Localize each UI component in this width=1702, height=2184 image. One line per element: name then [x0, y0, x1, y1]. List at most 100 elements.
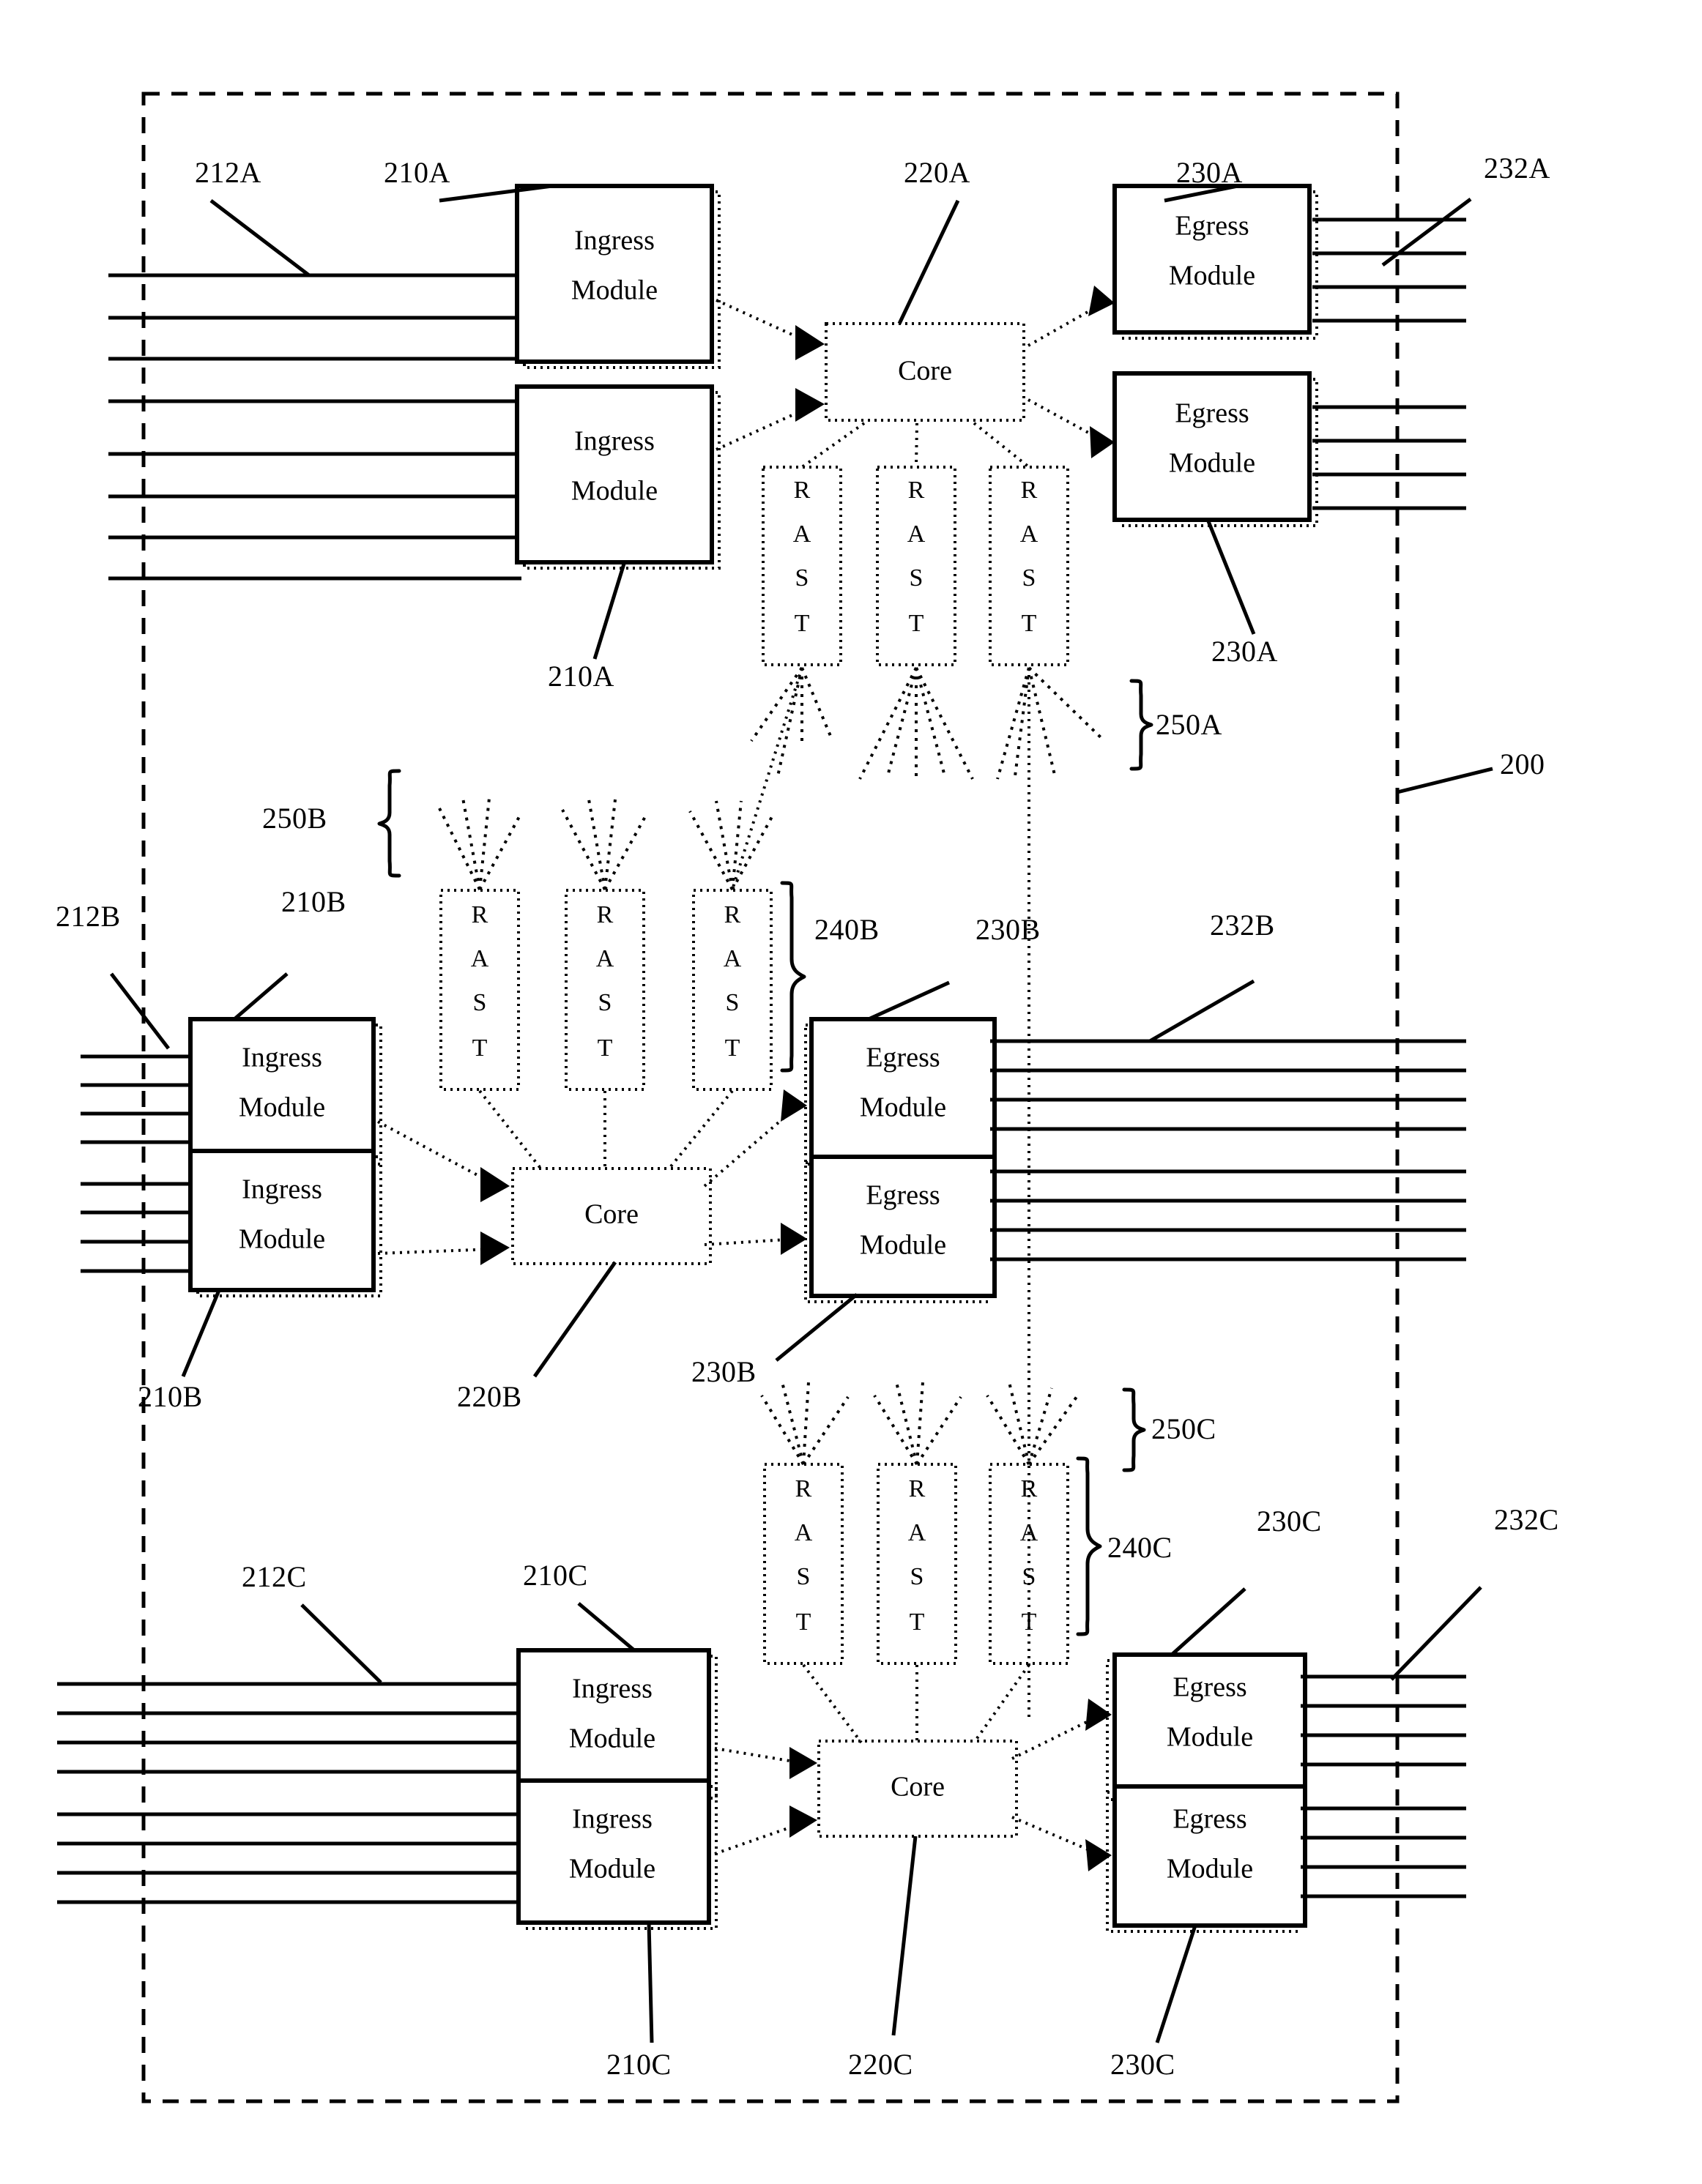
egress-module-c1[interactable]: Egress Module	[1106, 1652, 1307, 1801]
rast-a1-fan-250A	[750, 666, 833, 777]
ingress-lines-212C-upper	[57, 1682, 521, 1774]
egress-module-b2[interactable]: Egress Module	[804, 1155, 997, 1303]
rast-a3[interactable]: R A S T	[989, 466, 1069, 666]
egress-lines-232C-upper	[1301, 1674, 1466, 1767]
ingress-module-a1[interactable]: Ingress Module	[515, 184, 721, 369]
rast-c1-fan-250C	[760, 1382, 850, 1466]
rast-b1-fan-250B	[438, 797, 523, 890]
rast-a1-r: R	[794, 477, 811, 504]
ingress-module-b2-line1: Ingress	[242, 1174, 322, 1205]
ingress-module-c2-line1: Ingress	[572, 1804, 653, 1835]
rast-b2-fan-250B	[561, 799, 649, 890]
egress-lines-232A-upper	[1312, 217, 1466, 323]
rast-b2[interactable]: R A S T	[565, 889, 645, 1091]
links-rast-b-core-b	[478, 1089, 734, 1171]
egress-lines-232B-upper	[990, 1039, 1466, 1131]
rast-c1-a: A	[795, 1519, 813, 1546]
egress-module-c2[interactable]: Egress Module	[1106, 1784, 1307, 1933]
ingress-module-c1[interactable]: Ingress Module	[516, 1648, 718, 1800]
lead-210C-top	[577, 1602, 636, 1652]
egress-module-c1-line2: Module	[1167, 1722, 1253, 1753]
egress-module-a1[interactable]: Egress Module	[1112, 184, 1318, 340]
link-core-b-egress-b2	[704, 1223, 807, 1255]
egress-module-a2-line2: Module	[1169, 448, 1255, 479]
rast-c1-r: R	[795, 1475, 812, 1502]
ingress-module-c2[interactable]: Ingress Module	[516, 1778, 718, 1930]
ref-label-250A: 250A	[1156, 708, 1222, 741]
ref-label-210C-top: 210C	[523, 1559, 588, 1592]
lead-210A-bottom	[592, 563, 626, 660]
rast-c3[interactable]: R A S T	[989, 1463, 1069, 1665]
ref-label-240C: 240C	[1107, 1531, 1173, 1564]
rast-c2[interactable]: R A S T	[877, 1463, 957, 1665]
ingress-module-b2-line2: Module	[239, 1224, 325, 1255]
links-rast-c-core-c	[802, 1663, 1030, 1744]
lead-212B	[110, 972, 170, 1050]
rast-c3-t: T	[1022, 1609, 1037, 1636]
ref-label-230B-top: 230B	[976, 913, 1041, 946]
ingress-module-a2-line1: Ingress	[574, 426, 655, 457]
rast-a2-t: T	[909, 610, 924, 637]
egress-module-c2-line2: Module	[1167, 1854, 1253, 1885]
ref-label-220B: 220B	[457, 1380, 522, 1413]
rast-b1-s: S	[473, 989, 487, 1016]
patent-figure-page: Ingress Module Ingress Module Core Egres…	[0, 0, 1702, 2184]
egress-module-a1-line1: Egress	[1175, 211, 1249, 242]
ingress-module-b1-line2: Module	[239, 1092, 325, 1123]
egress-module-b1[interactable]: Egress Module	[804, 1017, 997, 1166]
ref-label-210B-top: 210B	[281, 885, 346, 918]
lead-210B-bottom	[181, 1288, 222, 1377]
core-b[interactable]: Core	[511, 1167, 712, 1265]
ref-label-212A: 212A	[195, 156, 261, 189]
egress-module-a2[interactable]: Egress Module	[1112, 371, 1318, 527]
lead-232C	[1390, 1586, 1482, 1681]
ingress-module-c2-line2: Module	[569, 1854, 655, 1885]
brace-250C	[1122, 1387, 1146, 1472]
rast-a3-fan-250A	[996, 666, 1106, 780]
ingress-module-c1-line2: Module	[569, 1723, 655, 1754]
ingress-module-b1[interactable]: Ingress Module	[188, 1017, 382, 1166]
ingress-module-a2-line2: Module	[571, 476, 658, 507]
ingress-module-a1-line1: Ingress	[574, 226, 655, 256]
core-a-label: Core	[898, 356, 952, 387]
core-b-label: Core	[584, 1199, 639, 1230]
rast-c3-fan-250C	[986, 1382, 1078, 1466]
rast-a1-a: A	[793, 521, 811, 548]
ref-label-232A: 232A	[1484, 152, 1550, 185]
brace-240C	[1076, 1456, 1102, 1636]
rast-b3-t: T	[725, 1035, 740, 1062]
rast-a3-r: R	[1021, 477, 1038, 504]
egress-module-b1-line2: Module	[860, 1092, 946, 1123]
egress-module-a2-line1: Egress	[1175, 398, 1249, 429]
lead-230A-bottom	[1206, 521, 1256, 635]
rast-c2-a: A	[908, 1519, 926, 1546]
ingress-module-b1-line1: Ingress	[242, 1043, 322, 1073]
rast-b3-r: R	[724, 901, 741, 928]
link-ingress-b1-core-b	[377, 1120, 510, 1202]
core-c-label: Core	[891, 1772, 945, 1803]
lead-200	[1397, 767, 1493, 794]
ingress-lines-212B-upper	[81, 1054, 192, 1144]
rast-b1[interactable]: R A S T	[439, 889, 520, 1091]
rast-a2[interactable]: R A S T	[876, 466, 956, 666]
egress-module-b2-line2: Module	[860, 1230, 946, 1261]
link-ingress-c2-core-c	[714, 1805, 817, 1855]
ingress-lines-212C-lower	[57, 1812, 521, 1904]
rast-c2-fan-250C	[873, 1382, 962, 1466]
ingress-module-b2[interactable]: Ingress Module	[188, 1149, 382, 1297]
ingress-module-a2[interactable]: Ingress Module	[515, 384, 721, 570]
rast-c1[interactable]: R A S T	[763, 1463, 844, 1665]
ref-label-240B: 240B	[814, 913, 880, 946]
rast-b3[interactable]: R A S T	[692, 889, 773, 1091]
core-a[interactable]: Core	[825, 322, 1025, 422]
ingress-lines-212A-upper	[108, 273, 521, 403]
lead-230C-top	[1170, 1587, 1246, 1656]
ref-label-220C: 220C	[848, 2048, 913, 2081]
core-c[interactable]: Core	[817, 1740, 1018, 1838]
ref-label-230A-bottom: 230A	[1211, 635, 1278, 668]
rast-b3-a: A	[724, 945, 742, 972]
egress-module-b2-line1: Egress	[866, 1180, 940, 1211]
link-ingress-a2-core-a	[716, 388, 825, 451]
rast-a1[interactable]: R A S T	[762, 466, 842, 666]
lead-220C	[891, 1835, 918, 2036]
